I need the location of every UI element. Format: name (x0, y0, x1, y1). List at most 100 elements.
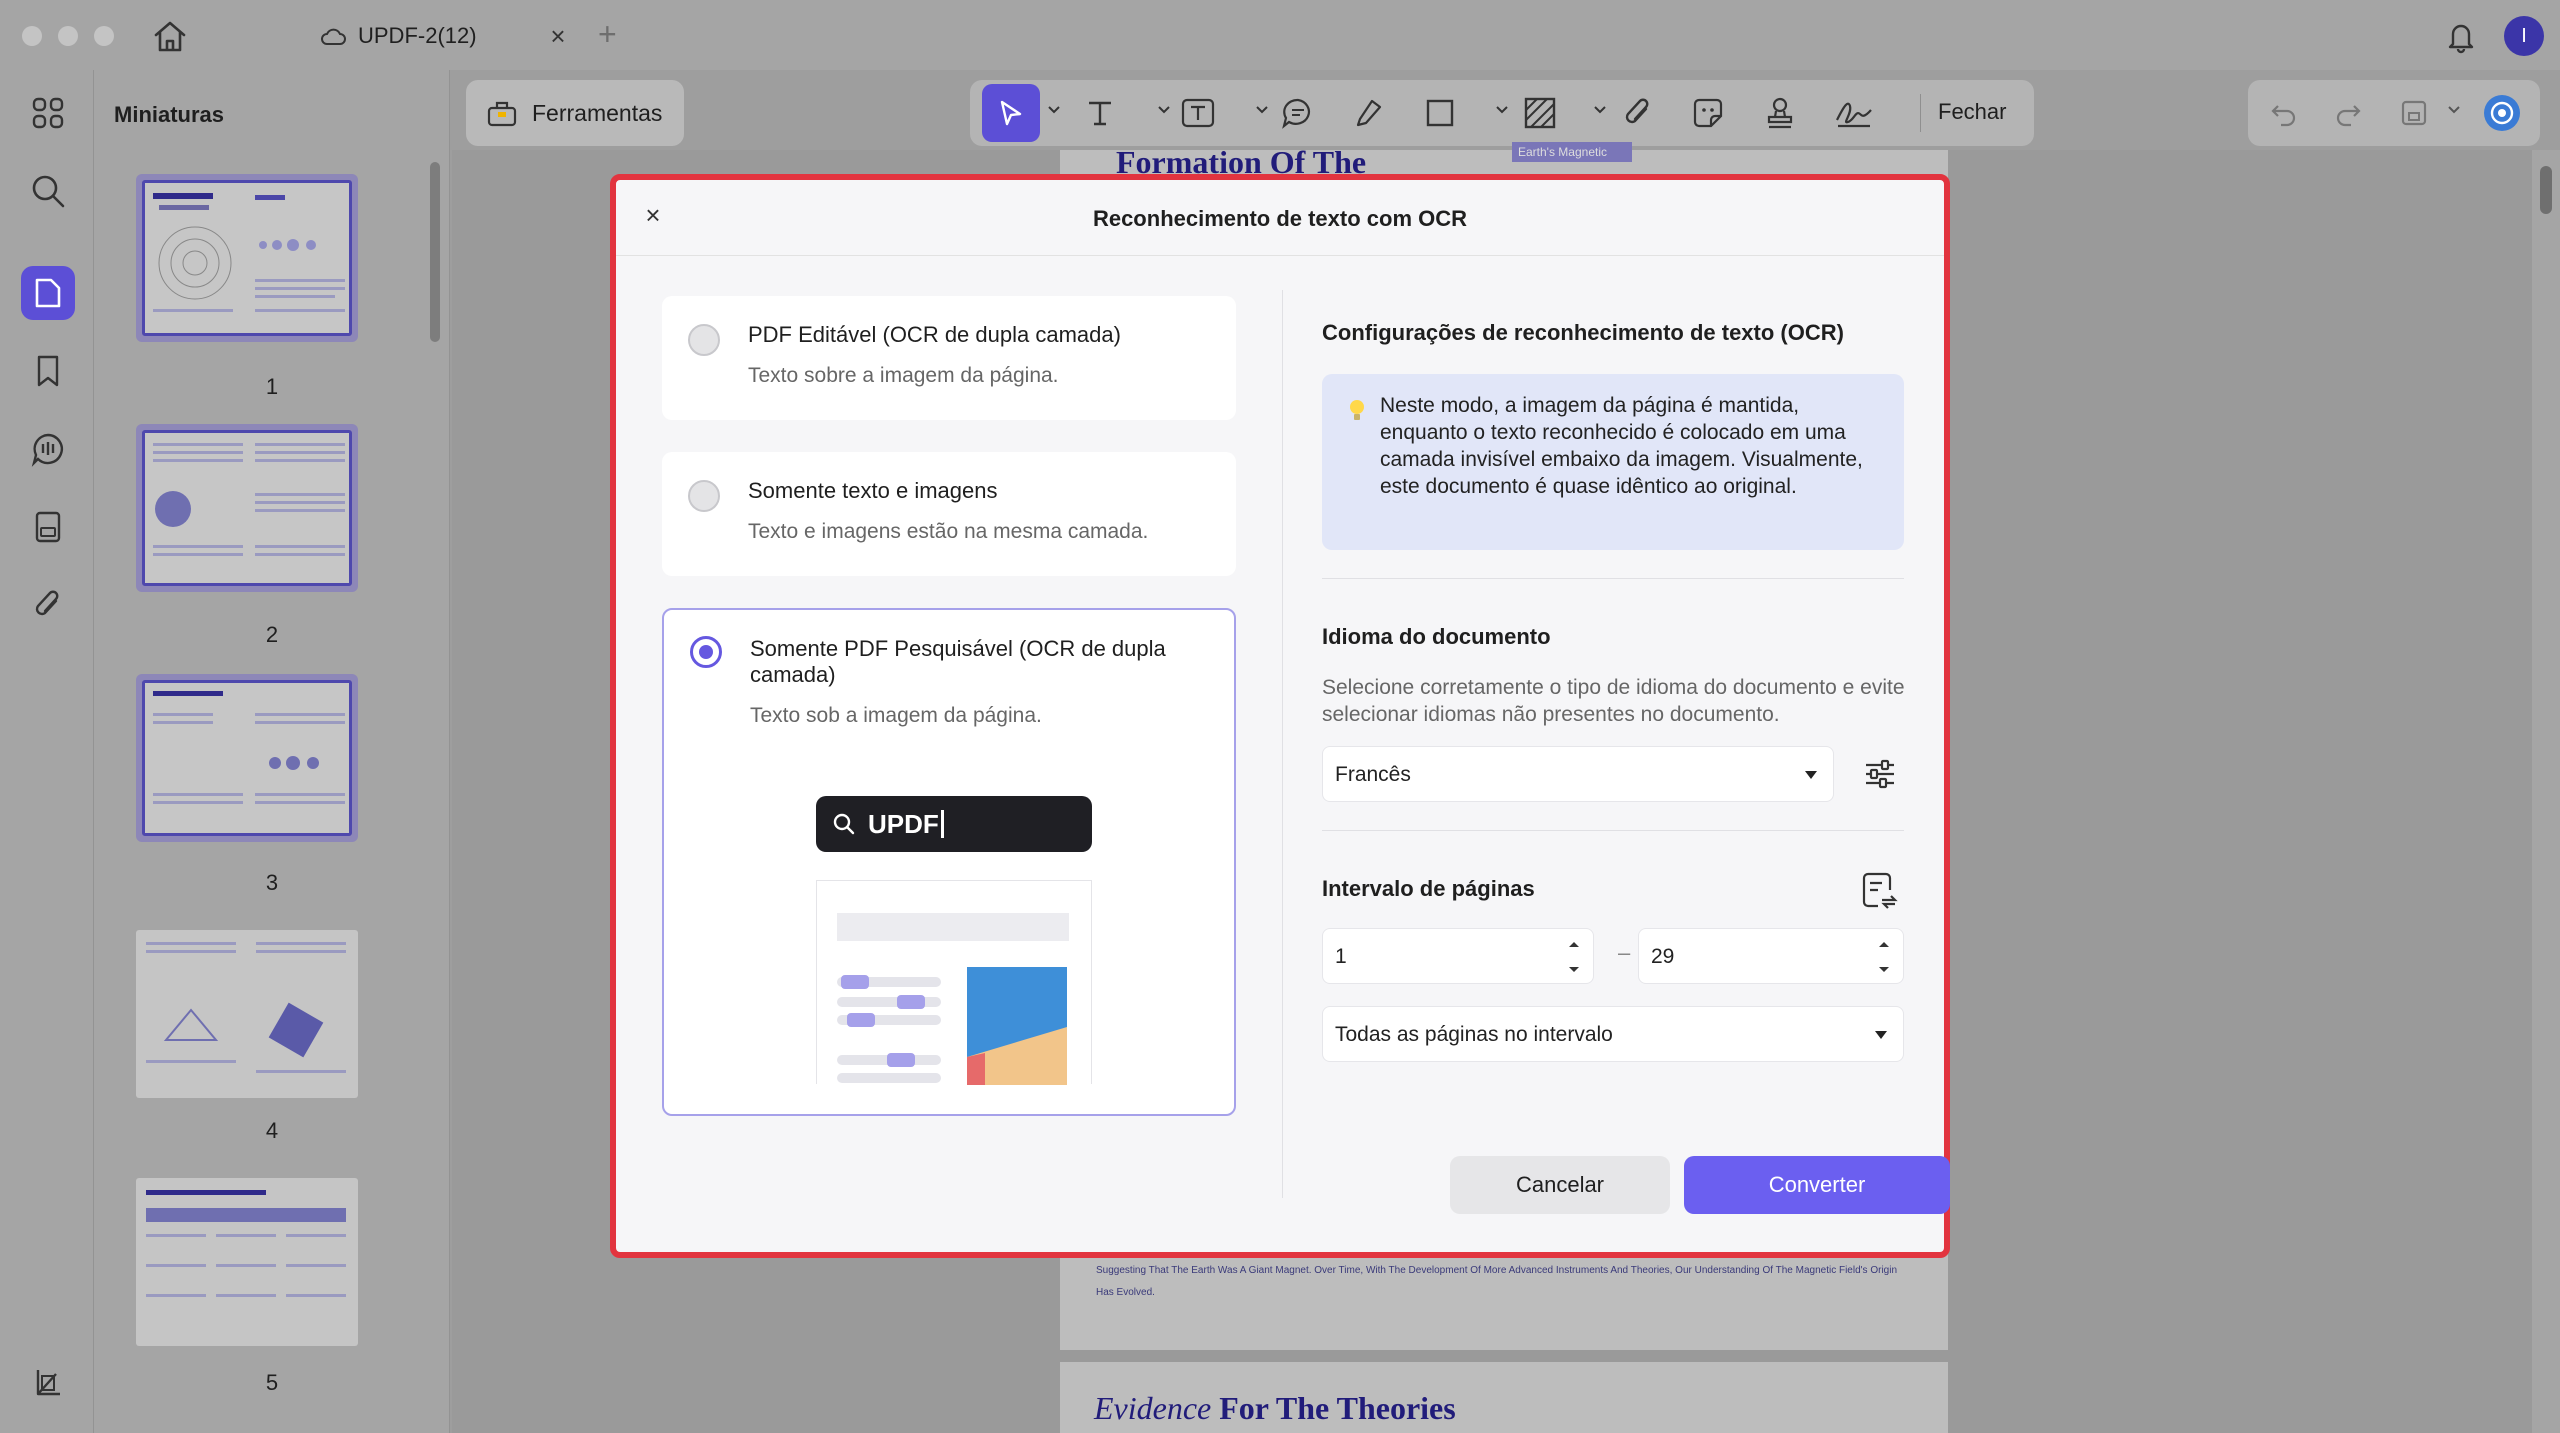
option-title: Somente PDF Pesquisável (OCR de dupla ca… (750, 636, 1166, 687)
cloud-icon (320, 26, 346, 46)
notification-bell-icon[interactable] (2444, 18, 2478, 54)
info-text: Neste modo, a imagem da página é mantida… (1380, 394, 1863, 498)
dialog-header: × Reconhecimento de texto com OCR (616, 180, 1944, 256)
rectangle-icon[interactable] (1418, 91, 1462, 135)
language-settings-icon[interactable] (1860, 754, 1900, 794)
page-body-text: Suggesting That The Earth Was A Giant Ma… (1096, 1265, 1898, 1298)
left-icon-rail (0, 70, 94, 1433)
tools-label: Ferramentas (532, 99, 663, 126)
grid-icon[interactable] (27, 92, 69, 134)
dialog-title: Reconhecimento de texto com OCR (1092, 206, 1468, 231)
signature-icon[interactable] (1832, 91, 1876, 135)
range-to-input[interactable]: 29 (1638, 928, 1904, 984)
page-tag: Earth's Magnetic (1512, 142, 1632, 162)
chevron-down-icon (1875, 1031, 1887, 1039)
preview-search-text: UPDF (868, 808, 939, 839)
convert-button[interactable]: Converter (1684, 1156, 1950, 1214)
toolbar-divider (1920, 94, 1921, 132)
thumbnails-icon[interactable] (21, 266, 75, 320)
undo-icon[interactable] (2262, 91, 2306, 135)
option-description: Texto sob a imagem da página. (750, 704, 1042, 727)
chevron-down-icon[interactable] (1494, 102, 1510, 118)
tools-button[interactable]: Ferramentas (466, 80, 684, 146)
bookmark-icon[interactable] (27, 350, 69, 392)
thumbnail-page-3[interactable] (136, 674, 358, 842)
chevron-down-icon[interactable] (1254, 102, 1270, 118)
thumbnail-page-2[interactable] (136, 424, 358, 592)
option-description: Texto sobre a imagem da página. (748, 364, 1059, 387)
option-radio[interactable] (688, 324, 720, 356)
option-description: Texto e imagens estão na mesma camada. (748, 520, 1149, 543)
thumbnail-page-1[interactable] (136, 174, 358, 342)
new-tab-button[interactable]: + (598, 16, 617, 52)
attachment-icon[interactable] (1616, 91, 1660, 135)
chevron-down-icon[interactable] (1156, 102, 1172, 118)
info-box: Neste modo, a imagem da página é mantida… (1322, 374, 1904, 550)
thumbnail-page-4[interactable] (136, 930, 358, 1098)
option-radio[interactable] (688, 480, 720, 512)
language-help: Selecione corretamente o tipo de idioma … (1322, 676, 1905, 726)
ocr-dialog: × Reconhecimento de texto com OCR PDF Ed… (610, 174, 1950, 1258)
page-scrollbar[interactable] (2532, 150, 2560, 1433)
section-divider (1322, 578, 1904, 579)
preview-search-bar: UPDF (816, 796, 1092, 852)
ocr-option-text-images[interactable]: Somente texto e imagens Texto e imagens … (662, 452, 1236, 576)
option-title: PDF Editável (OCR de dupla camada) (748, 322, 1121, 347)
range-separator: – (1618, 940, 1631, 965)
text-icon[interactable] (1078, 91, 1122, 135)
sticker-icon[interactable] (1686, 91, 1730, 135)
stepper-icon[interactable] (1877, 937, 1891, 977)
pattern-icon[interactable] (1518, 91, 1562, 135)
layers-icon[interactable] (27, 1362, 69, 1404)
profile-avatar[interactable]: I (2504, 16, 2544, 56)
select-icon[interactable] (982, 84, 1040, 142)
chevron-down-icon[interactable] (1592, 102, 1608, 118)
comment-icon[interactable] (27, 428, 69, 470)
lightbulb-icon (1350, 400, 1364, 420)
annotation-toolbar: Fechar (970, 80, 2034, 146)
thumbnail-label: 3 (265, 870, 279, 895)
document-tab[interactable]: UPDF-2(12) × (300, 10, 585, 62)
stepper-icon[interactable] (1567, 937, 1581, 977)
thumbnail-label: 1 (265, 374, 279, 399)
settings-title: Configurações de reconhecimento de texto… (1322, 320, 1844, 345)
range-to-value: 29 (1651, 945, 1675, 968)
language-title: Idioma do documento (1322, 624, 1551, 649)
thumbnails-panel: Miniaturas 1 2 3 4 5 (94, 70, 450, 1433)
language-select[interactable]: Francês (1322, 746, 1834, 802)
tab-close-button[interactable]: × (545, 22, 571, 50)
ocr-option-editable[interactable]: PDF Editável (OCR de dupla camada) Texto… (662, 296, 1236, 420)
toolbox-icon (486, 98, 518, 128)
thumbnail-page-5[interactable] (136, 1178, 358, 1346)
highlight-icon[interactable] (1346, 91, 1390, 135)
comment-icon[interactable] (1276, 91, 1320, 135)
stamp-icon[interactable] (1758, 91, 1802, 135)
option-radio[interactable] (690, 636, 722, 668)
chevron-down-icon[interactable] (2446, 102, 2462, 118)
thumbnails-scrollbar[interactable] (430, 162, 440, 342)
range-mode-select[interactable]: Todas as páginas no intervalo (1322, 1006, 1904, 1062)
history-toolbar (2248, 80, 2540, 146)
redo-icon[interactable] (2326, 91, 2370, 135)
close-tools-button[interactable]: Fechar (1938, 99, 2006, 125)
chevron-down-icon[interactable] (1046, 102, 1062, 118)
window-zoom-control[interactable] (94, 26, 114, 46)
range-mode-value: Todas as páginas no intervalo (1335, 1023, 1613, 1046)
window-minimize-control[interactable] (58, 26, 78, 46)
range-from-value: 1 (1335, 945, 1347, 968)
attachment-icon[interactable] (27, 584, 69, 626)
search-icon[interactable] (27, 170, 69, 212)
home-icon[interactable] (150, 18, 190, 54)
chevron-down-icon (1805, 771, 1817, 779)
save-icon[interactable] (2392, 91, 2436, 135)
ai-assistant-icon[interactable] (2480, 91, 2524, 135)
page-range-icon[interactable] (1862, 870, 1898, 910)
cancel-button[interactable]: Cancelar (1450, 1156, 1670, 1214)
document-icon[interactable] (27, 506, 69, 548)
ocr-option-searchable[interactable]: Somente PDF Pesquisável (OCR de dupla ca… (662, 608, 1236, 1116)
search-icon (833, 813, 855, 835)
range-from-input[interactable]: 1 (1322, 928, 1594, 984)
textbox-icon[interactable] (1176, 91, 1220, 135)
window-close-control[interactable] (22, 26, 42, 46)
range-title: Intervalo de páginas (1322, 876, 1535, 901)
